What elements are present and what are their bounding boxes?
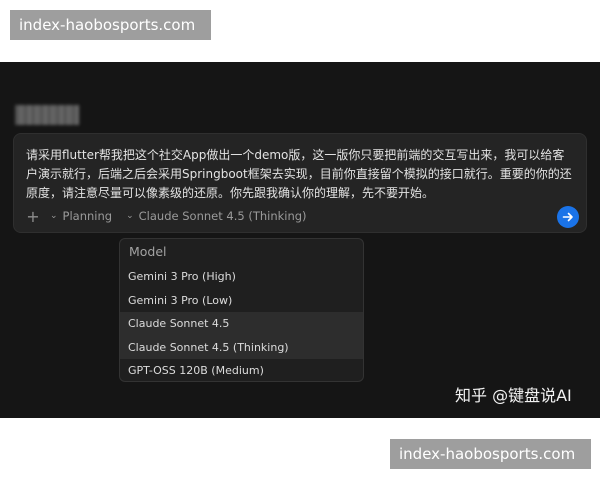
mode-selector[interactable]: ⌄ Planning — [50, 209, 112, 223]
menu-title: Model — [129, 244, 167, 259]
model-option-claude-sonnet-4-5-thinking[interactable]: Claude Sonnet 4.5 (Thinking) — [120, 335, 363, 359]
watermark-bottom: index-haobosports.com — [390, 439, 591, 469]
add-context-icon[interactable]: + — [24, 207, 42, 226]
prompt-input-box[interactable]: 请采用flutter帮我把这个社交App做出一个demo版，这一版你只要把前端的… — [13, 133, 587, 233]
model-option-gpt-oss-120b-medium[interactable]: GPT-OSS 120B (Medium) — [120, 359, 363, 381]
app-screen: 请采用flutter帮我把这个社交App做出一个demo版，这一版你只要把前端的… — [0, 62, 600, 418]
model-dropdown-menu: Model Gemini 3 Pro (High) Gemini 3 Pro (… — [119, 238, 364, 382]
blurred-user-avatar — [15, 105, 79, 125]
model-selector[interactable]: ⌄ Claude Sonnet 4.5 (Thinking) — [126, 209, 306, 223]
prompt-toolbar: + ⌄ Planning ⌄ Claude Sonnet 4.5 (Thinki… — [24, 206, 321, 226]
arrow-right-icon — [562, 212, 573, 222]
chevron-down-icon: ⌄ — [126, 211, 134, 221]
model-label: Claude Sonnet 4.5 (Thinking) — [138, 209, 307, 223]
model-option-gemini-3-pro-low[interactable]: Gemini 3 Pro (Low) — [120, 289, 363, 313]
send-button[interactable] — [557, 206, 579, 228]
prompt-text[interactable]: 请采用flutter帮我把这个社交App做出一个demo版，这一版你只要把前端的… — [26, 146, 576, 203]
page: index-haobosports.com 请采用flutter帮我把这个社交A… — [0, 0, 600, 480]
zhihu-credit: 知乎 @键盘说AI — [455, 386, 572, 405]
mode-label: Planning — [62, 209, 113, 223]
model-option-gemini-3-pro-high[interactable]: Gemini 3 Pro (High) — [120, 265, 363, 289]
chevron-down-icon: ⌄ — [50, 211, 58, 221]
watermark-top: index-haobosports.com — [10, 10, 211, 40]
model-option-claude-sonnet-4-5[interactable]: Claude Sonnet 4.5 — [120, 312, 363, 336]
